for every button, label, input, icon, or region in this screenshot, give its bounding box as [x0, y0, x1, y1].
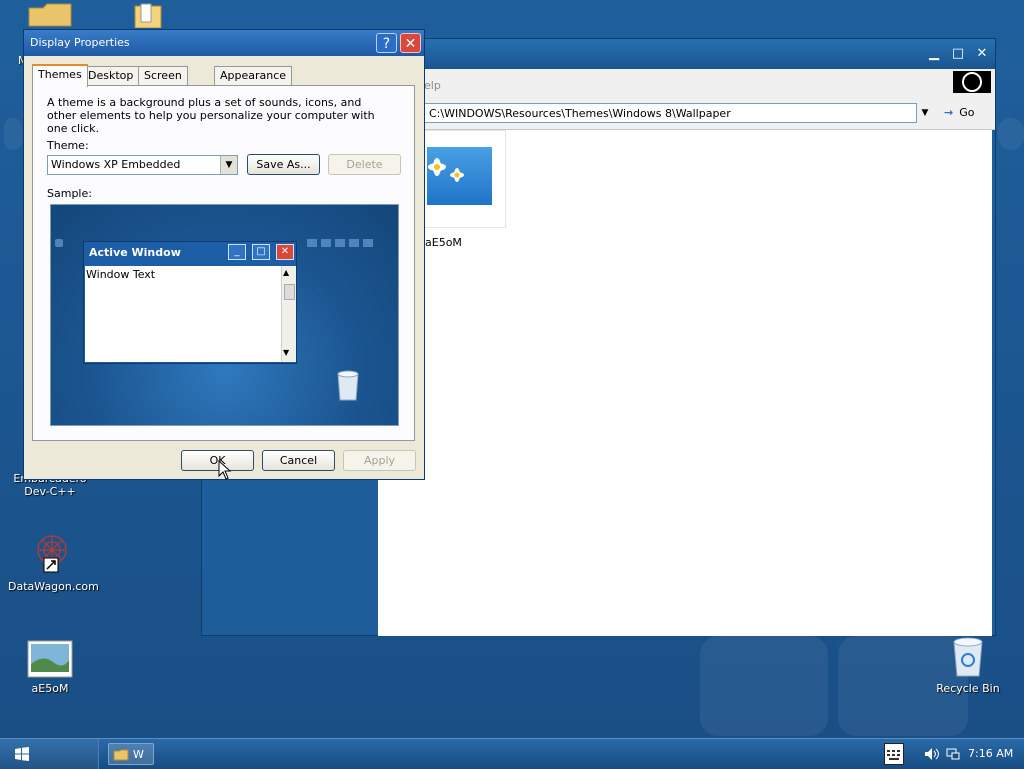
explorer-left-pane — [203, 479, 377, 635]
minimize-button[interactable]: ▁ — [924, 45, 944, 63]
tab-screen-saver[interactable]: Screen Saver — [138, 66, 188, 100]
close-button[interactable]: ✕ — [972, 45, 992, 63]
sample-scrollbar: ▲ ▼ — [281, 266, 296, 362]
go-button[interactable]: → Go — [944, 106, 974, 119]
sample-window-body: Window Text — [85, 266, 281, 362]
clock[interactable]: 7:16 AM — [968, 747, 1013, 760]
desktop-icon-file[interactable] — [108, 2, 188, 31]
mouse-cursor-icon — [218, 460, 232, 480]
network-icon[interactable] — [946, 747, 960, 761]
menu-help[interactable]: elp — [424, 79, 441, 92]
windows-logo-throbber — [953, 71, 991, 93]
theme-description: A theme is a background plus a set of so… — [47, 96, 375, 135]
sample-window-title: Active Window — [89, 246, 181, 259]
sample-dot — [307, 239, 377, 247]
file-name: aE5oM — [425, 236, 462, 249]
theme-select-value: Windows XP Embedded — [51, 158, 181, 171]
taskbar-item-explorer[interactable]: W — [108, 743, 154, 765]
theme-select[interactable]: Windows XP Embedded ▼ — [47, 155, 238, 175]
sample-window-text: Window Text — [86, 268, 156, 281]
scroll-down-icon: ▼ — [283, 348, 290, 357]
taskbar-item-label: W — [133, 748, 144, 761]
windows-logo-icon — [15, 747, 29, 761]
sample-dot — [55, 239, 63, 247]
scroll-up-icon: ▲ — [283, 268, 290, 277]
taskbar: W 7:16 AM — [0, 738, 1024, 769]
tab-desktop[interactable]: Desktop — [82, 66, 140, 85]
keyboard-icon[interactable] — [884, 743, 904, 765]
apply-button[interactable]: Apply — [343, 450, 416, 471]
desktop-icon-label: Recycle Bin — [936, 682, 1000, 695]
tab-themes[interactable]: Themes — [32, 64, 88, 87]
desktop-icon-image[interactable]: aE5oM — [8, 640, 92, 695]
cancel-button[interactable]: Cancel — [262, 450, 335, 471]
scroll-thumb — [284, 284, 295, 300]
start-button[interactable] — [0, 739, 99, 769]
tab-appearance[interactable]: Appearance — [214, 66, 293, 85]
file-icon — [134, 3, 162, 29]
wallpaper-thumbnail-image — [427, 147, 492, 205]
sample-label: Sample: — [47, 187, 92, 200]
maximize-button[interactable]: □ — [948, 45, 968, 63]
datawagon-logo-icon — [37, 535, 67, 573]
file-list[interactable]: aE5oM — [378, 130, 992, 636]
keyboard-glyph-icon — [887, 750, 900, 760]
sample-minimize-icon: _ — [228, 244, 246, 260]
delete-button[interactable]: Delete — [328, 154, 401, 175]
image-file-icon — [27, 640, 73, 678]
folder-icon — [28, 3, 72, 27]
save-as-button[interactable]: Save As... — [247, 154, 320, 175]
themes-tab-panel: A theme is a background plus a set of so… — [32, 85, 415, 441]
address-dropdown-button[interactable]: ▼ — [916, 103, 933, 123]
speaker-icon[interactable] — [924, 747, 940, 761]
sample-recycle-bin-icon — [337, 370, 359, 401]
help-button[interactable]: ? — [376, 33, 397, 53]
desktop-icon-folder[interactable]: M — [10, 2, 90, 67]
display-properties-dialog[interactable]: Display Properties ? ✕ Themes Desktop Sc… — [23, 29, 425, 480]
file-thumbnail[interactable] — [414, 130, 506, 228]
theme-sample-preview: Active Window _ □ ✕ Window Text ▲ ▼ — [50, 204, 399, 426]
dialog-title: Display Properties — [30, 36, 130, 49]
sample-active-window: Active Window _ □ ✕ Window Text ▲ ▼ — [83, 241, 297, 364]
desktop-icon-label: Dev-C++ — [24, 485, 76, 498]
chevron-down-icon[interactable]: ▼ — [220, 156, 237, 174]
daisy-image-icon — [428, 158, 464, 182]
theme-label: Theme: — [47, 139, 89, 152]
desktop-icon-label: aE5oM — [31, 682, 69, 695]
dialog-close-button[interactable]: ✕ — [400, 33, 421, 53]
go-arrow-icon: → — [944, 106, 954, 119]
desktop-icon-recycle-bin[interactable]: Recycle Bin — [926, 636, 1010, 695]
sample-maximize-icon: □ — [252, 244, 270, 260]
folder-icon — [113, 749, 129, 761]
throbber-ring-icon — [962, 72, 982, 92]
desktop-icon-label: DataWagon.com — [8, 580, 99, 593]
recycle-bin-icon — [953, 637, 983, 677]
go-label: Go — [959, 106, 975, 119]
dialog-titlebar[interactable]: Display Properties ? ✕ — [24, 30, 424, 56]
desktop-decoration — [700, 636, 828, 736]
desktop-icon-datawagon[interactable]: DataWagon.com — [8, 528, 99, 593]
desktop-decoration — [998, 118, 1024, 150]
sample-close-icon: ✕ — [276, 244, 294, 260]
address-input[interactable]: C:\WINDOWS\Resources\Themes\Windows 8\Wa… — [424, 103, 932, 123]
desktop-decoration — [4, 118, 22, 150]
